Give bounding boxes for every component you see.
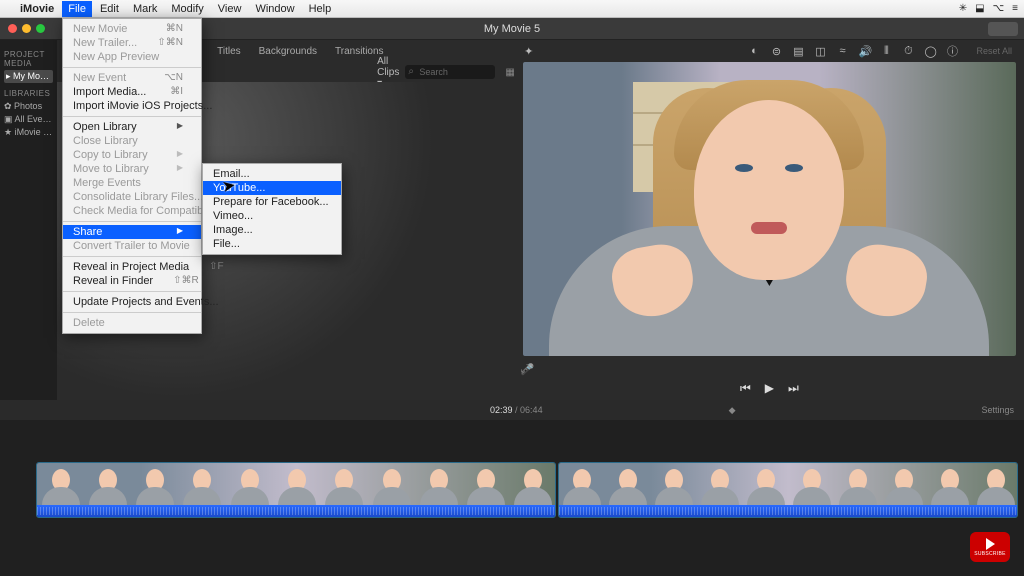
menu-edit[interactable]: Edit (100, 3, 119, 15)
video-track[interactable] (36, 462, 1018, 518)
stabilize-icon[interactable]: ≈ (836, 45, 848, 57)
timeline-clip[interactable] (36, 462, 556, 518)
speed-icon[interactable]: ⏱ (902, 45, 914, 58)
timeline-settings[interactable]: Settings (981, 405, 1014, 415)
window-controls[interactable] (8, 24, 45, 33)
time-display: 02:39 / 06:44 (490, 405, 543, 415)
menu-modify[interactable]: Modify (171, 3, 203, 15)
volume-icon[interactable]: 🔊 (858, 45, 870, 58)
crop-icon[interactable]: ◫ (814, 45, 826, 58)
wand-icon[interactable]: ✦ (523, 45, 535, 58)
sidebar: PROJECT MEDIA ▸ My Movie 5 LIBRARIES ✿ P… (0, 40, 57, 400)
color-balance-icon[interactable]: ⊜ (770, 45, 782, 58)
mac-menubar: iMovie File Edit Mark Modify View Window… (0, 0, 1024, 18)
menu-item[interactable]: Update Projects and Events... (63, 295, 201, 309)
status-icon[interactable]: ✳ (959, 3, 967, 14)
play-button[interactable]: ▶ (765, 381, 774, 395)
menu-file[interactable]: File (62, 1, 92, 17)
timeline[interactable] (0, 420, 1024, 576)
filter-icon[interactable]: ◯ (924, 45, 936, 58)
menu-view[interactable]: View (218, 3, 242, 15)
expand-icon[interactable]: ⤢ (521, 363, 1014, 376)
menu-item: Copy to Library (63, 148, 201, 162)
menu-item[interactable]: Open Library (63, 120, 201, 134)
time-ruler: 02:39 / 06:44 ◆ Settings (0, 400, 1024, 420)
noise-icon[interactable]: ⫴ (880, 45, 892, 58)
menu-item[interactable]: File... (203, 237, 341, 251)
search-input[interactable]: Search (405, 65, 495, 79)
prev-button[interactable]: ⏮ (740, 381, 751, 396)
sidebar-item-allevents[interactable]: ▣ All Events (4, 113, 53, 126)
share-button[interactable] (988, 22, 1018, 36)
menubar-status-icons: ✳ ⬓ ⌥ ≡ (959, 3, 1018, 14)
preview-pane: ✦ ◐ ⊜ ▤ ◫ ≈ 🔊 ⫴ ⏱ ◯ ⓘ Reset All 🎤 ⤢ (515, 40, 1024, 400)
preview-video[interactable] (523, 62, 1016, 356)
status-icon[interactable]: ≡ (1012, 3, 1018, 14)
app-menu[interactable]: iMovie (20, 3, 54, 15)
enhance-icon[interactable]: ◐ (748, 45, 760, 57)
window-title: My Movie 5 (484, 23, 540, 35)
color-icon[interactable]: ▤ (792, 45, 804, 58)
menu-item: Close Library (63, 134, 201, 148)
sidebar-project[interactable]: ▸ My Movie 5 (4, 70, 53, 83)
menu-item: New Movie⌘N (63, 22, 201, 36)
info-icon[interactable]: ⓘ (946, 43, 958, 59)
menu-item[interactable]: Prepare for Facebook... (203, 195, 341, 209)
next-button[interactable]: ⏭ (788, 381, 799, 396)
menu-help[interactable]: Help (309, 3, 332, 15)
menu-item[interactable]: Image... (203, 223, 341, 237)
menu-item: Delete (63, 316, 201, 330)
file-menu: New Movie⌘NNew Trailer...⇧⌘NNew App Prev… (62, 18, 202, 334)
adjust-toolbar: ✦ ◐ ⊜ ▤ ◫ ≈ 🔊 ⫴ ⏱ ◯ ⓘ Reset All (515, 40, 1024, 62)
subscribe-label: SUBSCRIBE (974, 551, 1006, 557)
menu-item: New Trailer...⇧⌘N (63, 36, 201, 50)
timeline-clip[interactable] (558, 462, 1018, 518)
menu-item[interactable]: Reveal in Finder⇧⌘R (63, 274, 201, 288)
menu-item[interactable]: Vimeo... (203, 209, 341, 223)
menu-item[interactable]: Reveal in Project Media⇧F (63, 260, 201, 274)
status-icon[interactable]: ⌥ (993, 3, 1005, 14)
menu-item[interactable]: Import iMovie iOS Projects... (63, 99, 201, 113)
sidebar-item-photos[interactable]: ✿ Photos (4, 100, 53, 113)
sidebar-header-project: PROJECT MEDIA (4, 50, 53, 68)
grid-toggle-icon[interactable]: ▦ (505, 67, 514, 78)
zoom-marker[interactable]: ◆ (729, 405, 736, 416)
reset-button[interactable]: Reset All (976, 46, 1012, 56)
tab-backgrounds[interactable]: Backgrounds (259, 46, 317, 57)
menu-item: Consolidate Library Files... (63, 190, 201, 204)
mic-row: 🎤 ⤢ (515, 360, 1024, 376)
menu-window[interactable]: Window (255, 3, 294, 15)
sidebar-header-libraries: LIBRARIES (4, 89, 53, 98)
status-icon[interactable]: ⬓ (975, 3, 984, 14)
menu-item: Merge Events (63, 176, 201, 190)
menu-item: Convert Trailer to Movie (63, 239, 201, 253)
youtube-subscribe-badge[interactable]: SUBSCRIBE (970, 532, 1010, 562)
menu-mark[interactable]: Mark (133, 3, 157, 15)
menu-item[interactable]: Import Media...⌘I (63, 85, 201, 99)
sidebar-item-library[interactable]: ★ iMovie Library (4, 126, 53, 139)
menu-item: Move to Library (63, 162, 201, 176)
menu-item: New Event⌥N (63, 71, 201, 85)
menu-item: Check Media for Compatibility... (63, 204, 201, 218)
play-icon (986, 538, 995, 550)
menu-item: New App Preview (63, 50, 201, 64)
menu-item[interactable]: Share (63, 225, 201, 239)
playback-controls: ⏮ ▶ ⏭ (515, 376, 1024, 400)
tab-titles[interactable]: Titles (217, 46, 241, 57)
